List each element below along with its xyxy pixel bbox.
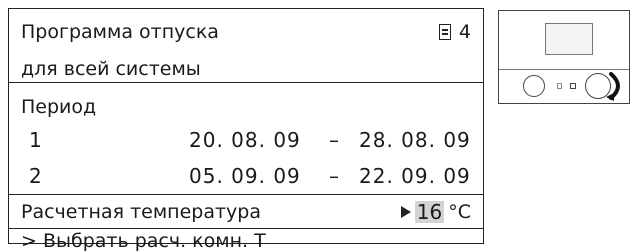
period-end-date[interactable]: 28. 08. 09 [359, 129, 471, 151]
indicator-square-icon [557, 83, 562, 89]
page-number: 4 [458, 21, 471, 43]
title-row: Программа отпуска 4 [9, 9, 483, 47]
period-start-date[interactable]: 05. 09. 09 [189, 165, 301, 187]
temperature-value[interactable]: 16 [414, 201, 445, 223]
menu-title: Программа отпуска [21, 21, 219, 43]
period-separator: – [329, 164, 339, 188]
hint-text: > Выбрать расч. комн. Т [21, 230, 266, 252]
hint-row: > Выбрать расч. комн. Т [9, 229, 483, 252]
temperature-row[interactable]: Расчетная температура 16 °C [9, 195, 483, 229]
period-separator: – [329, 128, 339, 152]
period-number: 2 [29, 164, 42, 188]
period-header-row: Период [9, 83, 483, 121]
page-icon [438, 24, 451, 40]
selection-arrow-icon [400, 206, 411, 218]
page-indicator: 4 [438, 21, 471, 43]
period-label: Период [21, 96, 97, 118]
display-screen: Программа отпуска 4 для всей системы Пер… [8, 8, 484, 252]
left-knob-icon [523, 75, 545, 97]
indicator-square-icon [570, 83, 576, 89]
period-end-date[interactable]: 22. 09. 09 [359, 165, 471, 187]
rotate-arrow-icon [606, 72, 620, 101]
period-row-2[interactable]: 2 05. 09. 09 – 22. 09. 09 [9, 157, 483, 195]
temperature-control[interactable]: 16 °C [400, 201, 471, 223]
menu-subtitle: для всей системы [21, 58, 201, 80]
temperature-unit: °C [448, 201, 471, 223]
display-icon [545, 23, 593, 55]
period-row-1[interactable]: 1 20. 08. 09 – 28. 08. 09 [9, 121, 483, 157]
period-number: 1 [29, 128, 42, 152]
period-start-date[interactable]: 20. 08. 09 [189, 129, 301, 151]
temperature-label: Расчетная температура [21, 201, 261, 223]
subtitle-row: для всей системы [9, 47, 483, 83]
device-illustration [498, 10, 630, 104]
